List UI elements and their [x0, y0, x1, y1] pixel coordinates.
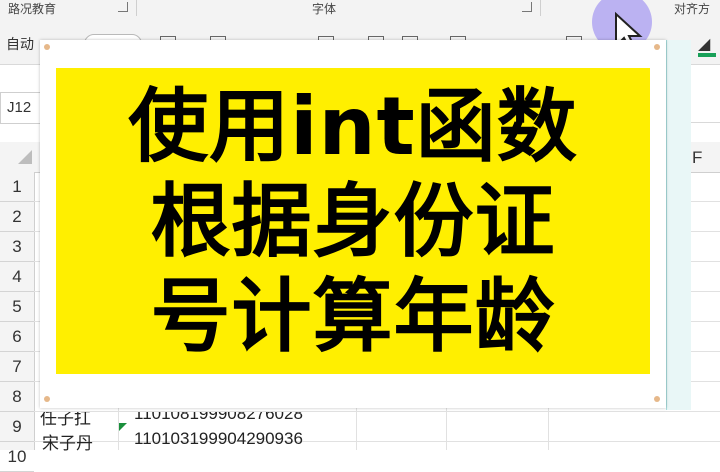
row-header[interactable]: 3 [0, 232, 34, 262]
fill-color-icon[interactable]: ◢ [698, 34, 710, 54]
error-indicator-icon [119, 423, 127, 431]
headline-line: 使用int函数 [128, 79, 578, 173]
row-header[interactable]: 1 [0, 172, 34, 202]
card-corner-dot [654, 396, 660, 402]
ribbon-group-label: 字体 [312, 2, 337, 16]
ribbon-separator [540, 0, 541, 16]
row-header[interactable]: 5 [0, 292, 34, 322]
card-side-edge [666, 40, 691, 410]
fill-color-swatch [698, 53, 716, 57]
row-header[interactable]: 7 [0, 352, 34, 382]
group-launcher-icon[interactable] [118, 2, 128, 12]
column-header-f[interactable]: F [692, 148, 702, 168]
headline-line: 号计算年龄 [150, 269, 556, 363]
ribbon-group-label: 路况教育 [8, 2, 57, 16]
row-header[interactable]: 10 [0, 442, 34, 472]
headline-line: 根据身份证 [150, 174, 556, 268]
ribbon-group-label: 对齐方 [674, 2, 711, 16]
row-header[interactable]: 9 [0, 412, 34, 442]
card-corner-dot [44, 44, 50, 50]
autofill-label: 自动 [6, 36, 34, 52]
title-card-headline: 使用int函数 根据身份证 号计算年龄 [56, 68, 650, 374]
grid-line [34, 411, 720, 412]
row-header[interactable]: 8 [0, 382, 34, 412]
cell-name[interactable]: 宋子丹 [42, 429, 93, 454]
row-header[interactable]: 4 [0, 262, 34, 292]
card-corner-dot [44, 396, 50, 402]
row-header[interactable]: 2 [0, 202, 34, 232]
ribbon-separator [136, 0, 137, 16]
cell-id-number[interactable]: 110103199904290936 [134, 429, 303, 449]
group-launcher-icon[interactable] [522, 2, 532, 12]
card-corner-dot [654, 44, 660, 50]
row-header-bar: 1 2 3 4 5 6 7 8 9 10 [0, 172, 35, 472]
select-all-corner[interactable] [18, 150, 32, 164]
row-header[interactable]: 6 [0, 322, 34, 352]
